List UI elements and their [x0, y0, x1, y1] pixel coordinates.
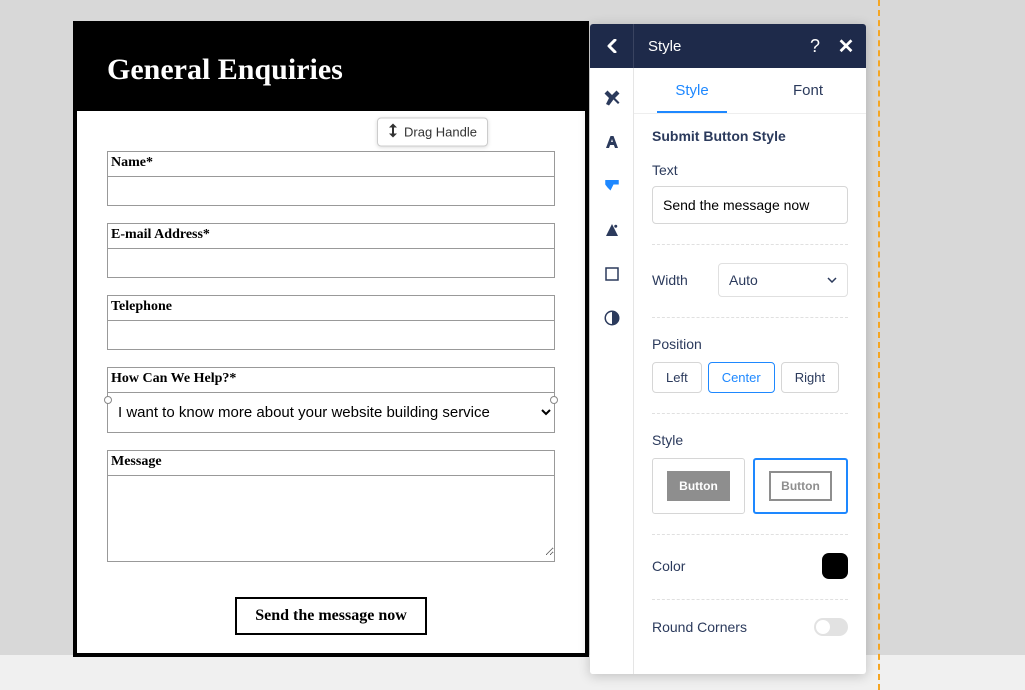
- position-left[interactable]: Left: [652, 362, 702, 393]
- contrast-icon: [603, 309, 621, 327]
- sidebar-item-contrast[interactable]: [590, 296, 634, 340]
- tab-style[interactable]: Style: [634, 68, 750, 113]
- panel-sidebar: [590, 68, 634, 674]
- canvas-lower: [0, 655, 1025, 690]
- sidebar-item-effects[interactable]: [590, 208, 634, 252]
- guide-line: [878, 0, 880, 690]
- position-label: Position: [652, 336, 848, 352]
- field-email-label: E-mail Address*: [108, 224, 554, 249]
- divider: [652, 244, 848, 245]
- style-options: Button Button: [652, 458, 848, 514]
- effects-icon: [603, 221, 621, 239]
- help-button[interactable]: ?: [798, 36, 832, 57]
- font-icon: [603, 133, 621, 151]
- position-segment: Left Center Right: [652, 362, 848, 393]
- width-label: Width: [652, 272, 688, 288]
- sidebar-item-style[interactable]: [590, 164, 634, 208]
- field-phone[interactable]: Telephone: [107, 295, 555, 350]
- color-swatch[interactable]: [822, 553, 848, 579]
- width-value: Auto: [729, 272, 758, 288]
- field-phone-label: Telephone: [108, 296, 554, 321]
- style-outline-preview: Button: [769, 471, 832, 501]
- style-label: Style: [652, 432, 848, 448]
- field-help[interactable]: How Can We Help?* I want to know more ab…: [107, 367, 555, 433]
- round-corners-label: Round Corners: [652, 619, 747, 635]
- resize-handle-left[interactable]: [104, 396, 112, 404]
- tab-font[interactable]: Font: [750, 68, 866, 113]
- round-corners-toggle[interactable]: [814, 618, 848, 636]
- style-outline[interactable]: Button: [753, 458, 848, 514]
- sidebar-item-tools[interactable]: [590, 76, 634, 120]
- subtabs: Style Font: [634, 68, 866, 114]
- field-message[interactable]: Message: [107, 450, 555, 562]
- resize-handle-right[interactable]: [550, 396, 558, 404]
- field-help-label: How Can We Help?*: [108, 368, 554, 393]
- divider: [652, 413, 848, 414]
- message-textarea[interactable]: [108, 476, 554, 556]
- divider: [652, 599, 848, 600]
- email-input[interactable]: [108, 249, 554, 277]
- field-name-label: Name*: [108, 152, 554, 177]
- submit-button[interactable]: Send the message now: [235, 597, 427, 635]
- drag-handle[interactable]: Drag Handle: [377, 118, 488, 147]
- field-message-label: Message: [108, 451, 554, 476]
- section-title: Submit Button Style: [652, 128, 848, 144]
- sidebar-item-box[interactable]: [590, 252, 634, 296]
- panel-title: Style: [634, 38, 798, 55]
- chevron-down-icon: [827, 277, 837, 283]
- panel-main: Style Font Submit Button Style Text Widt…: [634, 68, 866, 674]
- form-title: General Enquiries: [77, 25, 585, 111]
- color-label: Color: [652, 558, 685, 574]
- style-solid[interactable]: Button: [652, 458, 745, 514]
- width-dropdown[interactable]: Auto: [718, 263, 848, 297]
- field-email[interactable]: E-mail Address*: [107, 223, 555, 278]
- chevron-left-icon: [606, 39, 618, 53]
- tools-icon: [603, 89, 621, 107]
- button-text-input[interactable]: [652, 186, 848, 224]
- help-select[interactable]: I want to know more about your website b…: [108, 393, 554, 432]
- form-body: Drag Handle Name* E-mail Address* Teleph…: [77, 111, 585, 653]
- drag-handle-label: Drag Handle: [404, 125, 477, 140]
- style-solid-preview: Button: [667, 471, 730, 501]
- toggle-knob: [816, 620, 830, 634]
- field-name[interactable]: Name*: [107, 151, 555, 206]
- style-icon: [603, 177, 621, 195]
- style-panel: Style ? ✕ Style Font Submit Button Style: [590, 24, 866, 674]
- panel-titlebar: Style ? ✕: [590, 24, 866, 68]
- close-button[interactable]: ✕: [832, 34, 866, 59]
- position-center[interactable]: Center: [708, 362, 775, 393]
- position-right[interactable]: Right: [781, 362, 839, 393]
- text-label: Text: [652, 162, 678, 178]
- phone-input[interactable]: [108, 321, 554, 349]
- submit-container: Send the message now: [107, 579, 555, 635]
- panel-content: Submit Button Style Text Width Auto Posi…: [634, 114, 866, 670]
- box-icon: [603, 265, 621, 283]
- back-button[interactable]: [590, 24, 634, 68]
- name-input[interactable]: [108, 177, 554, 205]
- divider: [652, 534, 848, 535]
- drag-icon: [388, 124, 398, 141]
- form-widget[interactable]: General Enquiries Drag Handle Name* E-ma…: [73, 21, 589, 657]
- divider: [652, 317, 848, 318]
- sidebar-item-font[interactable]: [590, 120, 634, 164]
